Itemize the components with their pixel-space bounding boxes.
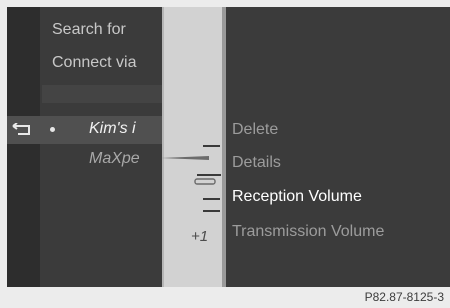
- menu-item-connect[interactable]: Connect via: [52, 54, 137, 72]
- slider-pointer: [161, 156, 209, 160]
- left-side-strip: [7, 7, 40, 287]
- display-screen: Search for Connect via Kim's i MaXpe +1 …: [7, 7, 450, 287]
- figure-frame: Search for Connect via Kim's i MaXpe +1 …: [0, 0, 450, 308]
- back-arrow-icon[interactable]: [11, 123, 33, 137]
- slider-tick-2: [203, 198, 220, 200]
- figure-reference-code: P82.87-8125-3: [364, 290, 444, 304]
- slider-tick-current: [194, 174, 221, 185]
- contact-item-2[interactable]: MaXpe: [89, 150, 140, 168]
- slider-tick-3: [203, 210, 220, 212]
- slider-tick-1: [203, 145, 220, 147]
- volume-slider-panel[interactable]: [162, 7, 224, 287]
- menu-item-search[interactable]: Search for: [52, 21, 126, 39]
- menu-separator: [42, 85, 162, 103]
- option-reception-volume[interactable]: Reception Volume: [232, 188, 362, 206]
- slider-level-value: +1: [191, 228, 209, 245]
- option-delete[interactable]: Delete: [232, 121, 278, 139]
- bullet-icon: [50, 127, 55, 132]
- option-transmission-volume[interactable]: Transmission Volume: [232, 223, 384, 241]
- panel-shadow: [222, 7, 226, 287]
- option-details[interactable]: Details: [232, 154, 281, 172]
- contact-item-1[interactable]: Kim's i: [89, 120, 136, 138]
